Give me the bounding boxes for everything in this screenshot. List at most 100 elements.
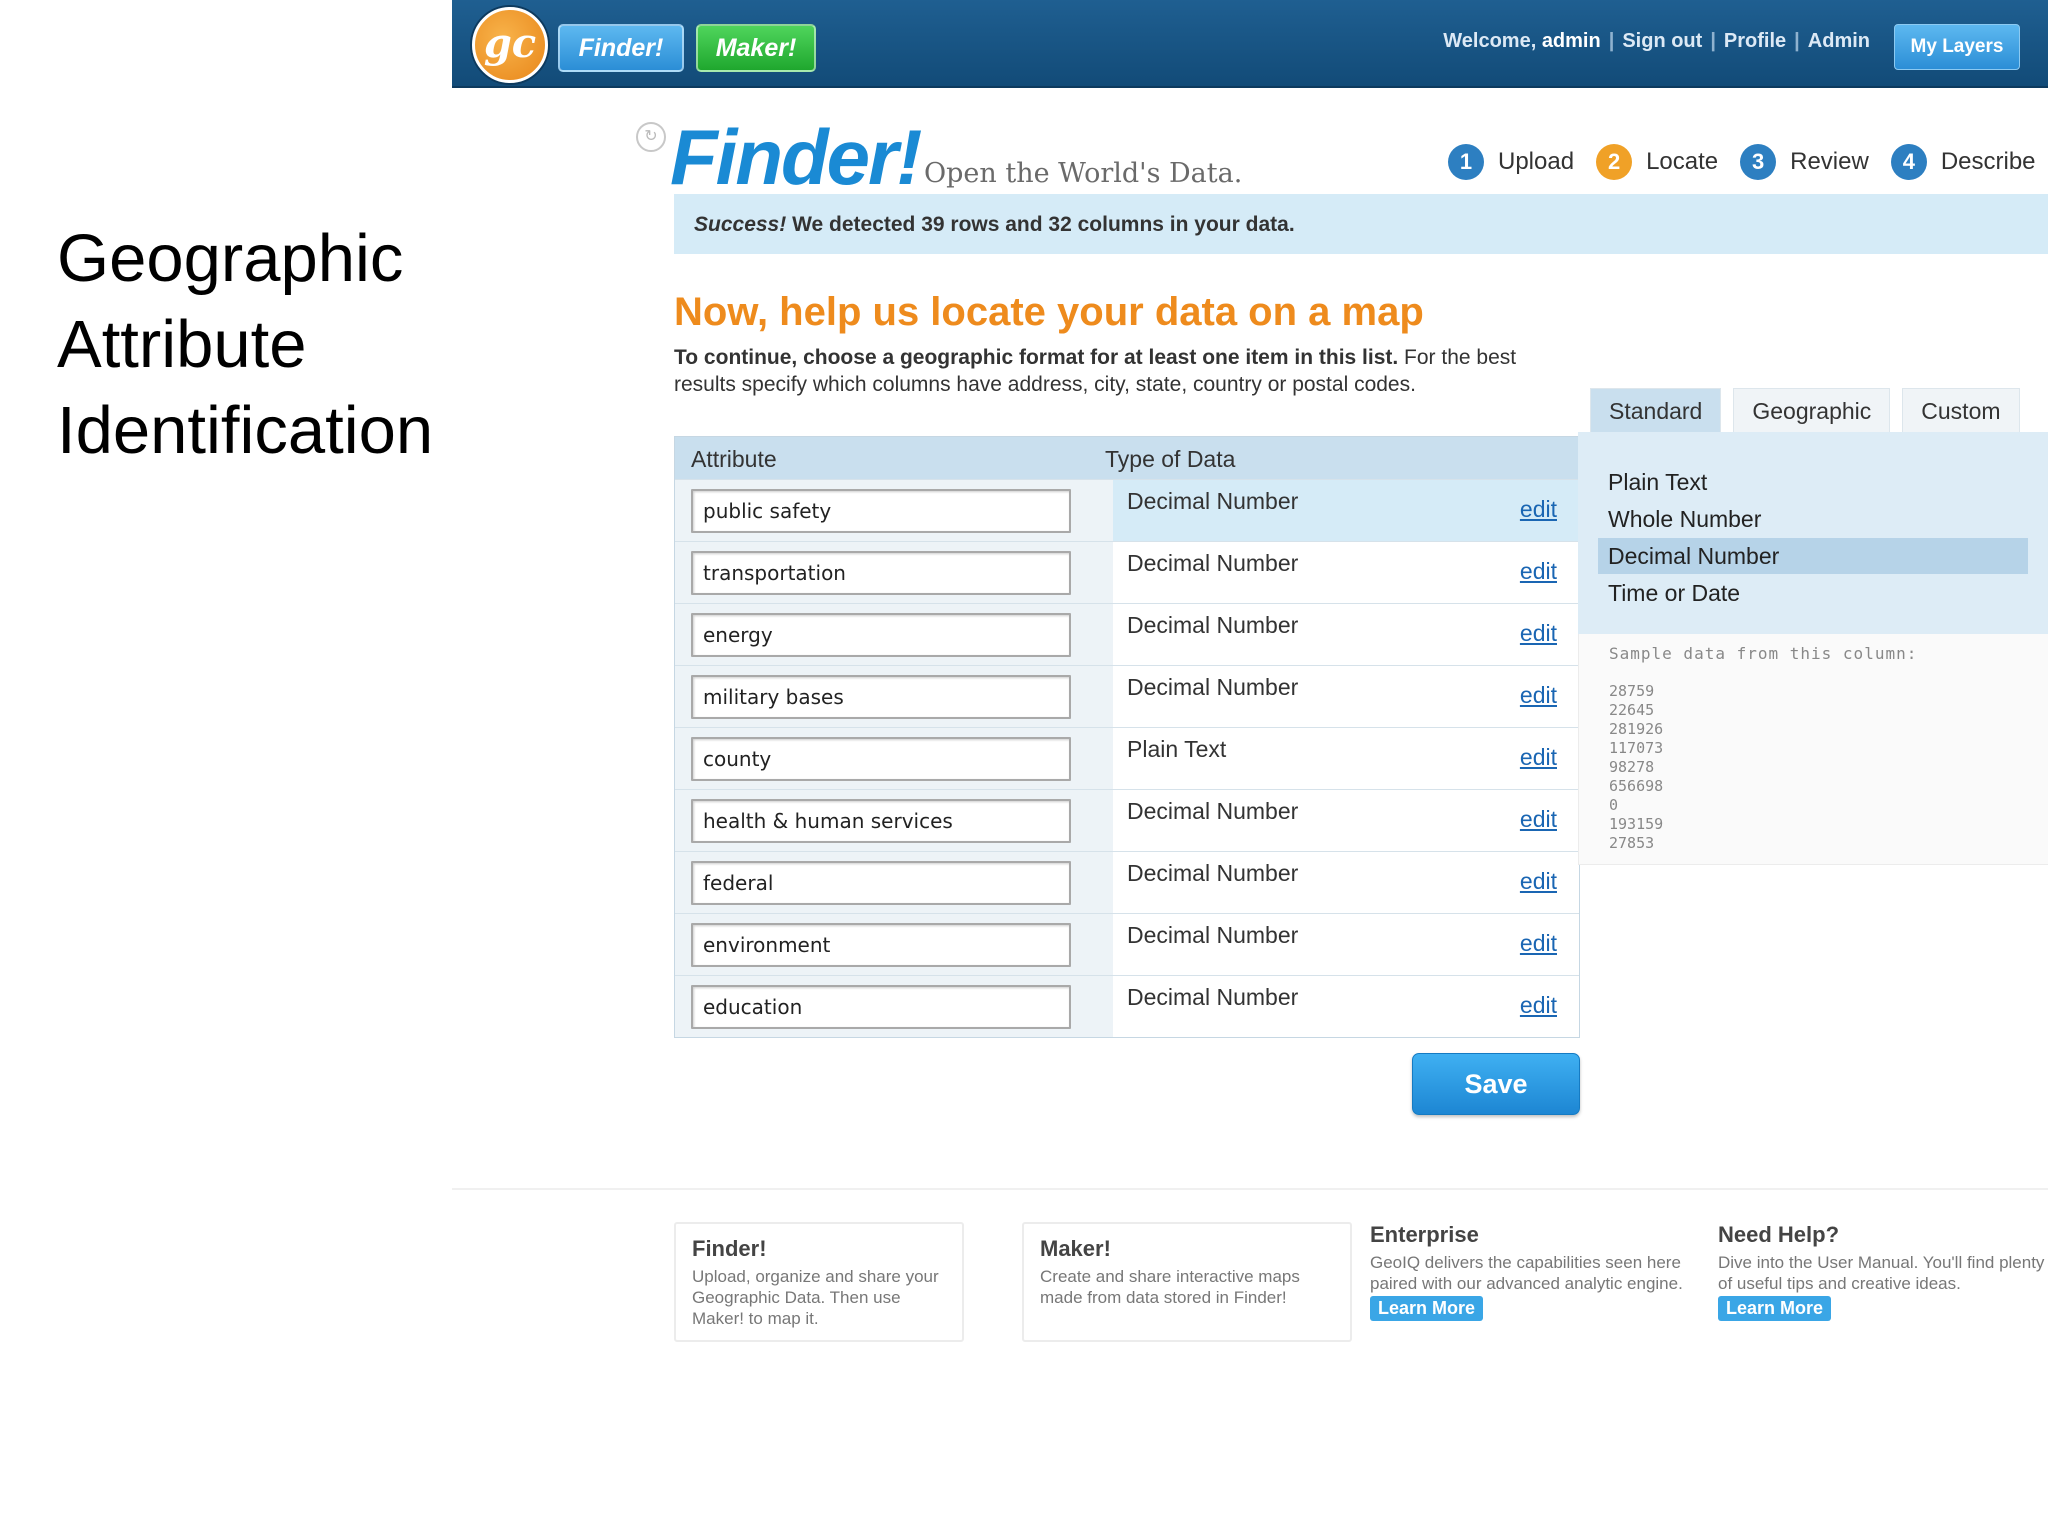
attribute-cell [675,604,1113,665]
app-screenshot: gc Finder! Maker! Welcome, admin | Sign ou… [452,0,2048,1536]
attribute-name-input[interactable] [691,860,1071,905]
admin-link[interactable]: Admin [1808,30,1870,52]
data-type-value: Decimal Number [1127,612,1299,638]
attribute-cell [675,728,1113,789]
profile-link[interactable]: Profile [1724,30,1786,52]
data-type-value: Decimal Number [1127,860,1299,886]
slide-title-line: Attribute [57,307,307,382]
attribute-name-input[interactable] [691,922,1071,967]
option-whole-number[interactable]: Whole Number [1598,501,2028,537]
edit-link[interactable]: edit [1520,744,1557,771]
refresh-icon: ↻ [636,122,666,152]
data-type-value: Decimal Number [1127,550,1299,576]
col-attribute-header: Attribute [691,446,777,472]
option-decimal-number[interactable]: Decimal Number [1598,538,2028,574]
table-row: Decimal Number edit [675,541,1579,603]
slide-title: Geographic Attribute Identification [57,216,457,474]
footer-maker-box[interactable]: Maker! Create and share interactive maps… [1022,1222,1352,1342]
save-button[interactable]: Save [1412,1053,1580,1115]
col-type-header: Type of Data [1105,446,1236,472]
attribute-name-input[interactable] [691,674,1071,719]
tab-geographic[interactable]: Geographic [1733,388,1891,433]
type-cell: Plain Text edit [1113,728,1579,789]
nav-finder-button[interactable]: Finder! [558,24,684,72]
data-type-value: Decimal Number [1127,488,1299,514]
slide-title-line: Identification [57,393,434,468]
type-cell: Decimal Number edit [1113,976,1579,1037]
edit-link[interactable]: edit [1520,620,1557,647]
sample-value: 117073 [1609,739,1664,757]
table-row: Decimal Number edit [675,851,1579,913]
step-number: 4 [1890,144,1927,180]
attribute-cell [675,976,1113,1037]
data-type-value: Decimal Number [1127,922,1299,948]
edit-link[interactable]: edit [1520,806,1557,833]
sample-values: 28759 22645 281926 117073 98278 656698 0 193159… [1609,682,1663,853]
edit-link[interactable]: edit [1520,868,1557,895]
type-cell: Decimal Number edit [1113,790,1579,851]
step-upload[interactable]: 1 Upload [1448,144,1574,180]
welcome-text: Welcome, [1443,30,1537,52]
instructions-bold: To continue, choose a geographic format … [674,346,1399,369]
sample-value: 27853 [1609,834,1655,852]
top-bar: gc Finder! Maker! Welcome, admin | Sign ou… [452,0,2048,88]
table-row: Plain Text edit [675,727,1579,789]
attribute-name-input[interactable] [691,488,1071,533]
wizard-steps: 1Upload 2Locate 3Review 4Describe 5 [1448,144,2048,180]
edit-link[interactable]: edit [1520,682,1557,709]
table-row: Decimal Number edit [675,789,1579,851]
attribute-cell [675,666,1113,727]
type-options-panel: Plain Text Whole Number Decimal Number T… [1578,432,2048,634]
my-layers-button[interactable]: My Layers [1894,24,2020,70]
step-review[interactable]: 3 Review [1740,144,1869,180]
type-cell: Decimal Number edit [1113,666,1579,727]
step-label: Describe [1940,148,2036,175]
edit-link[interactable]: edit [1520,992,1557,1019]
gc-logo-icon[interactable]: gc [472,7,548,83]
footer-help: Need Help? Dive into the User Manual. Yo… [1718,1222,2048,1321]
footer-help-title: Need Help? [1718,1222,1840,1247]
nav-maker-button[interactable]: Maker! [696,24,816,72]
step-describe[interactable]: 4 Describe [1890,144,2036,180]
table-body: Decimal Number edit Decimal Number edit Deci… [675,479,1579,1037]
tab-standard[interactable]: Standard [1590,388,1722,433]
step-number: 2 [1596,144,1633,180]
attribute-name-input[interactable] [691,612,1071,657]
locate-headline: Now, help us locate your data on a map [674,290,1424,334]
sample-value: 656698 [1609,777,1664,795]
type-cell: Decimal Number edit [1113,852,1579,913]
tab-custom[interactable]: Custom [1902,388,2020,433]
attribute-name-input[interactable] [691,984,1071,1029]
sign-out-link[interactable]: Sign out [1622,30,1702,52]
finder-brand: Finder! [670,113,922,201]
step-locate[interactable]: 2 Locate [1596,144,1718,180]
edit-link[interactable]: edit [1520,558,1557,585]
instructions: To continue, choose a geographic format … [674,344,1574,398]
attribute-cell [675,542,1113,603]
table-row: Decimal Number edit [675,913,1579,975]
sample-value: 98278 [1609,758,1655,776]
attribute-table: Attribute Type of Data Decimal Number edi… [674,436,1580,1038]
option-time-or-date[interactable]: Time or Date [1598,575,2028,611]
sample-value: 193159 [1609,815,1664,833]
type-cell: Decimal Number edit [1113,914,1579,975]
help-learn-more-button[interactable]: Learn More [1718,1296,1832,1321]
edit-link[interactable]: edit [1520,930,1557,957]
finder-tagline: Open the World's Data. [924,158,1243,189]
attribute-name-input[interactable] [691,550,1071,595]
sample-data-panel: Sample data from this column: 28759 22645… [1578,634,2048,865]
footer-finder-box[interactable]: Finder! Upload, organize and share your … [674,1222,964,1342]
type-cell: Decimal Number edit [1113,542,1579,603]
success-lead: Success! [694,213,787,236]
slide-title-line: Geographic [57,221,404,296]
attribute-name-input[interactable] [691,736,1071,781]
edit-link[interactable]: edit [1520,496,1557,523]
enterprise-learn-more-button[interactable]: Learn More [1370,1296,1484,1321]
attribute-name-input[interactable] [691,798,1071,843]
type-cell: Decimal Number edit [1113,480,1579,541]
type-cell: Decimal Number edit [1113,604,1579,665]
step-number: 3 [1740,144,1777,180]
option-plain-text[interactable]: Plain Text [1598,464,2028,500]
sample-value: 28759 [1609,682,1655,700]
step-label: Review [1790,148,1869,175]
